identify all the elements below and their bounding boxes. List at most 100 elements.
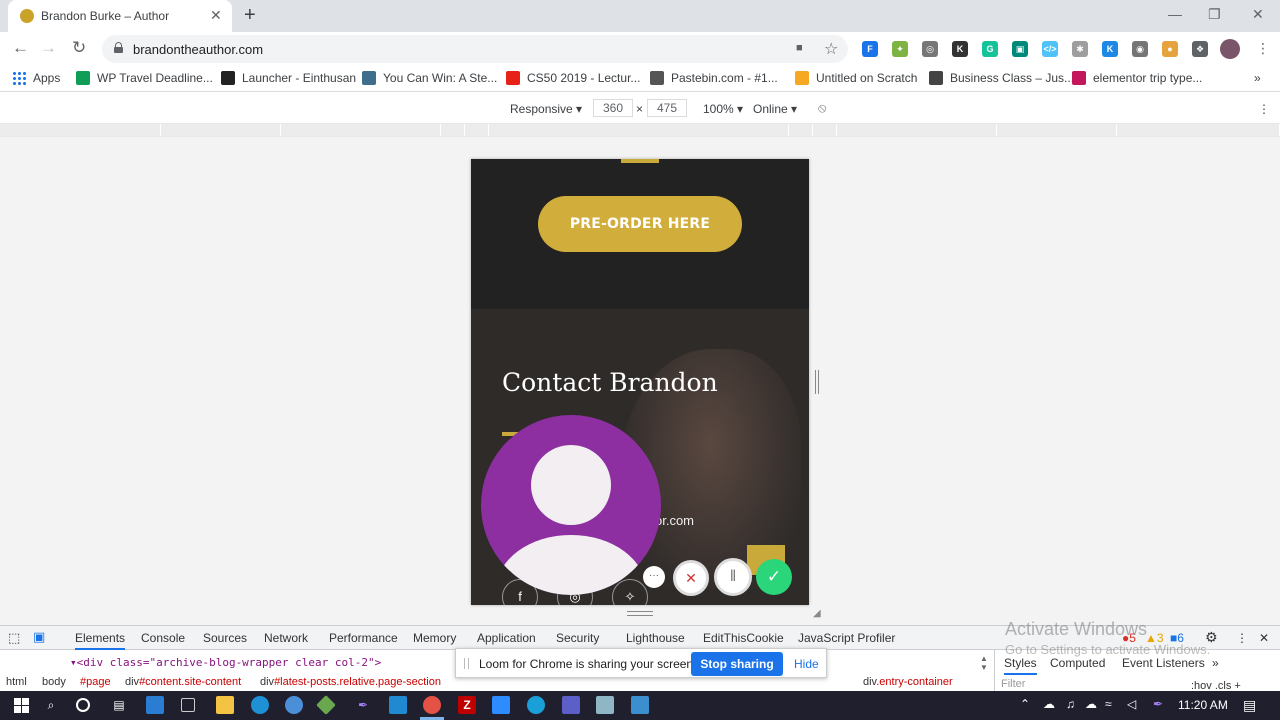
- loom-more-button[interactable]: ···: [643, 566, 665, 588]
- tab-security[interactable]: Security: [556, 631, 599, 645]
- scroll-arrows-icon[interactable]: ▲ ▼: [980, 654, 988, 672]
- url-text[interactable]: brandontheauthor.com: [133, 42, 263, 57]
- tab-console[interactable]: Console: [141, 631, 185, 645]
- calculator-app-icon[interactable]: [181, 698, 195, 712]
- chrome-dev-icon[interactable]: [285, 696, 303, 714]
- crosshair-icon[interactable]: ✱: [1072, 41, 1088, 57]
- taskbar-search-icon[interactable]: ⌕: [42, 696, 60, 714]
- dom-tree-node[interactable]: ▾<div class="archive-blog-wrapper clear …: [70, 656, 381, 669]
- tray-overflow-icon[interactable]: ⌃: [1020, 697, 1030, 711]
- cookie-icon[interactable]: ●: [1162, 41, 1178, 57]
- crumb-content[interactable]: div#content.site-content: [125, 676, 241, 688]
- bookmark-apps-grid[interactable]: Apps: [12, 71, 60, 85]
- crumb-entry-container[interactable]: div.entry-container: [863, 676, 953, 688]
- minimize-button[interactable]: —: [1168, 6, 1182, 22]
- microphone-icon[interactable]: ♫: [1066, 697, 1075, 711]
- device-toggle-icon[interactable]: ▣: [33, 629, 45, 645]
- media-query-ruler[interactable]: [0, 123, 1280, 137]
- notepad-icon[interactable]: [596, 696, 614, 714]
- device-menu-icon[interactable]: ⋮: [1258, 102, 1270, 116]
- tab-application[interactable]: Application: [477, 631, 536, 645]
- tab-computed[interactable]: Computed: [1050, 656, 1105, 670]
- crumb-html[interactable]: html: [6, 676, 27, 688]
- loom-done-button[interactable]: ✓: [756, 559, 792, 595]
- network-throttle-select[interactable]: Online ▾: [753, 102, 797, 116]
- device-mode-select[interactable]: Responsive ▾: [510, 102, 582, 116]
- wifi-icon[interactable]: ≈: [1105, 697, 1112, 711]
- camera-icon[interactable]: ■: [796, 42, 803, 54]
- mail-app-icon[interactable]: [146, 696, 164, 714]
- photos-app-icon[interactable]: [631, 696, 649, 714]
- inspect-icon[interactable]: ⬚: [8, 630, 20, 646]
- pre-order-button[interactable]: PRE-ORDER HERE: [538, 196, 742, 252]
- viewport-resize-bottom-handle[interactable]: [627, 611, 653, 616]
- crumb-page[interactable]: #page: [80, 676, 111, 688]
- zoom-app-icon[interactable]: [492, 696, 510, 714]
- crumb-latest-posts[interactable]: div#latest-posts.relative.page-section: [260, 676, 441, 688]
- spiral-icon[interactable]: ◎: [922, 41, 938, 57]
- viewport-height-input[interactable]: 475: [647, 99, 687, 117]
- task-view-icon[interactable]: ▤: [110, 696, 128, 714]
- browser-tab[interactable]: Brandon Burke – Author ✕: [8, 0, 232, 32]
- browser-menu-icon[interactable]: ⋮: [1256, 40, 1270, 57]
- resize-corner-icon[interactable]: ◢: [813, 608, 821, 619]
- styles-more-icon[interactable]: »: [1212, 656, 1219, 670]
- back-button[interactable]: ←: [12, 38, 29, 58]
- pen-tray-icon[interactable]: ✒: [1153, 697, 1163, 711]
- quill-app-icon[interactable]: ✒: [354, 696, 372, 714]
- bookmark-scratch[interactable]: Untitled on Scratch: [795, 71, 917, 85]
- k-blue-icon[interactable]: K: [1102, 41, 1118, 57]
- tab-javascript-profiler[interactable]: JavaScript Profiler: [798, 631, 895, 645]
- devtools-close-icon[interactable]: ✕: [1259, 631, 1269, 645]
- sourcetree-icon[interactable]: [316, 695, 336, 715]
- onedrive-icon[interactable]: ☁: [1085, 697, 1097, 711]
- tab-styles[interactable]: Styles: [1004, 656, 1037, 675]
- tab-close-icon[interactable]: ✕: [210, 7, 222, 24]
- tab-editthiscookie[interactable]: EditThisCookie: [703, 631, 784, 645]
- chrome-icon[interactable]: [423, 696, 441, 714]
- crumb-body[interactable]: body: [42, 676, 66, 688]
- bookmark-pastebin[interactable]: Pastebin.com - #1...: [650, 71, 778, 85]
- viewport-resize-handle[interactable]: [815, 370, 819, 394]
- edge-icon[interactable]: [527, 696, 545, 714]
- css-viewer-icon[interactable]: ▣: [1012, 41, 1028, 57]
- restore-button[interactable]: ❐: [1208, 6, 1221, 23]
- lock-icon[interactable]: [114, 42, 123, 53]
- volume-icon[interactable]: ◁: [1127, 697, 1136, 711]
- aperture-icon[interactable]: ◉: [1132, 41, 1148, 57]
- bookmarks-more-icon[interactable]: »: [1254, 71, 1261, 85]
- reload-button[interactable]: ↻: [72, 38, 86, 58]
- k-dark-icon[interactable]: K: [952, 41, 968, 57]
- grammarly-icon[interactable]: G: [982, 41, 998, 57]
- notifications-icon[interactable]: ▤: [1243, 697, 1256, 714]
- new-tab-button[interactable]: +: [244, 4, 256, 27]
- tab-memory[interactable]: Memory: [413, 631, 456, 645]
- fruit-icon[interactable]: ✦: [892, 41, 908, 57]
- bookmark-einthusan[interactable]: Launcher - Einthusan: [221, 71, 356, 85]
- filezilla-icon[interactable]: Z: [458, 696, 476, 714]
- hide-banner-button[interactable]: Hide: [794, 657, 819, 671]
- bookmark-sheets[interactable]: WP Travel Deadline...: [76, 71, 213, 85]
- tab-event-listeners[interactable]: Event Listeners: [1122, 656, 1205, 670]
- bookmark-elementor[interactable]: elementor trip type...: [1072, 71, 1202, 85]
- feedly-icon[interactable]: F: [862, 41, 878, 57]
- taskbar-clock[interactable]: 11:20 AM: [1178, 698, 1228, 712]
- rotate-icon[interactable]: ⦸: [818, 100, 826, 116]
- loom-camera-bubble[interactable]: [481, 415, 661, 595]
- bookmark-youtube[interactable]: CS50 2019 - Lectur...: [506, 71, 640, 85]
- styles-filter-input[interactable]: Filter: [1001, 678, 1025, 690]
- windows-start-icon[interactable]: [14, 698, 29, 713]
- bookmark-business[interactable]: Business Class – Jus...: [929, 71, 1074, 85]
- edge-legacy-icon[interactable]: [251, 696, 269, 714]
- profile-avatar[interactable]: [1220, 39, 1240, 59]
- bookmark-globe[interactable]: You Can Win: A Ste...: [362, 71, 497, 85]
- dropbox-icon[interactable]: ☁: [1043, 697, 1055, 711]
- email-link[interactable]: or.com: [655, 513, 694, 528]
- cortana-icon[interactable]: [76, 698, 90, 712]
- puzzle-icon[interactable]: ❖: [1192, 41, 1208, 57]
- close-window-button[interactable]: ✕: [1252, 6, 1264, 23]
- loom-pause-button[interactable]: ‖: [714, 558, 752, 596]
- drag-grip-icon[interactable]: [464, 658, 469, 669]
- forward-button[interactable]: →: [40, 38, 57, 58]
- tab-sources[interactable]: Sources: [203, 631, 247, 645]
